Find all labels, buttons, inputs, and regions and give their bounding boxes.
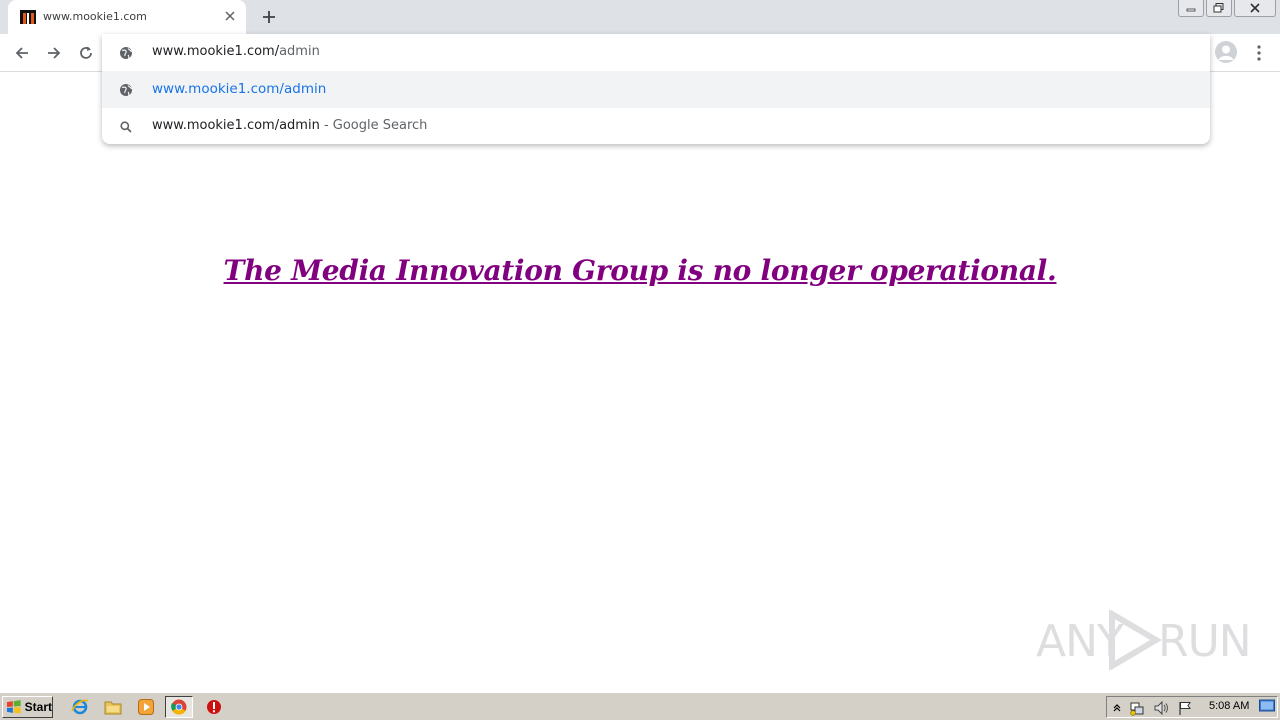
forward-arrow-icon	[48, 47, 61, 59]
avatar-icon	[1218, 45, 1234, 60]
start-button[interactable]: Start	[2, 696, 53, 718]
file-explorer-icon[interactable]	[103, 697, 123, 717]
globe-icon	[118, 82, 134, 98]
omnibox-popup: www.mookie1.com/admin www.mookie1.com/ad…	[102, 34, 1210, 144]
tab-strip: www.mookie1.com	[0, 0, 1280, 34]
media-player-icon[interactable]	[136, 697, 156, 717]
address-input[interactable]: www.mookie1.com/admin	[152, 44, 320, 59]
show-hidden-icons-icon[interactable]	[1109, 700, 1125, 716]
chrome-icon	[169, 697, 189, 717]
profile-avatar[interactable]	[1215, 41, 1237, 63]
minimize-button[interactable]	[1178, 0, 1204, 17]
system-tray: 5:08 AM	[1106, 696, 1278, 718]
address-bar[interactable]: www.mookie1.com/admin	[102, 34, 1210, 71]
action-center-flag-icon[interactable]	[1177, 700, 1193, 716]
internet-explorer-icon[interactable]	[70, 697, 90, 717]
browser-menu-button[interactable]	[1250, 41, 1268, 65]
globe-icon	[118, 45, 134, 61]
page-headline-link[interactable]: The Media Innovation Group is no longer …	[0, 254, 1280, 287]
back-arrow-icon	[15, 47, 28, 59]
watermark-text-right: RUN	[1158, 616, 1252, 667]
anyrun-watermark: ANY RUN	[1036, 608, 1252, 670]
play-logo-icon	[1109, 610, 1162, 670]
close-tab-icon[interactable]	[222, 8, 238, 24]
suggestion-search-text: www.mookie1.com/admin - Google Search	[152, 118, 427, 133]
volume-icon[interactable]	[1153, 700, 1169, 716]
suggestion-search-suffix: - Google Search	[319, 118, 428, 133]
address-autocomplete-text: admin	[279, 44, 320, 59]
tab-title: www.mookie1.com	[43, 10, 147, 23]
window-controls	[1178, 0, 1280, 20]
reload-icon	[80, 46, 92, 59]
omnibox-suggestion-search[interactable]: www.mookie1.com/admin - Google Search	[102, 108, 1210, 145]
new-tab-button[interactable]	[258, 6, 280, 28]
address-typed-text: www.mookie1.com/	[152, 44, 280, 59]
start-label: Start	[24, 700, 52, 714]
close-window-button[interactable]	[1234, 0, 1276, 17]
windows-taskbar: Start 5:08 AM	[0, 692, 1280, 720]
browser-tab[interactable]: www.mookie1.com	[8, 0, 246, 34]
stop-warning-icon[interactable]	[204, 697, 224, 717]
three-dot-menu-icon	[1257, 45, 1261, 61]
windows-logo-icon	[6, 700, 21, 714]
show-desktop-icon[interactable]	[1258, 698, 1276, 714]
suggestion-url-text: www.mookie1.com/admin	[152, 81, 327, 97]
reload-button[interactable]	[74, 41, 98, 65]
forward-button[interactable]	[42, 41, 66, 65]
suggestion-search-query: www.mookie1.com/admin	[152, 118, 320, 133]
omnibox-suggestion-url[interactable]: www.mookie1.com/admin	[102, 71, 1210, 108]
restore-button[interactable]	[1206, 0, 1232, 17]
mookie-favicon-icon	[20, 10, 36, 24]
taskbar-clock[interactable]: 5:08 AM	[1209, 700, 1249, 712]
back-button[interactable]	[10, 41, 34, 65]
network-icon[interactable]	[1129, 700, 1145, 716]
search-icon	[118, 119, 134, 135]
